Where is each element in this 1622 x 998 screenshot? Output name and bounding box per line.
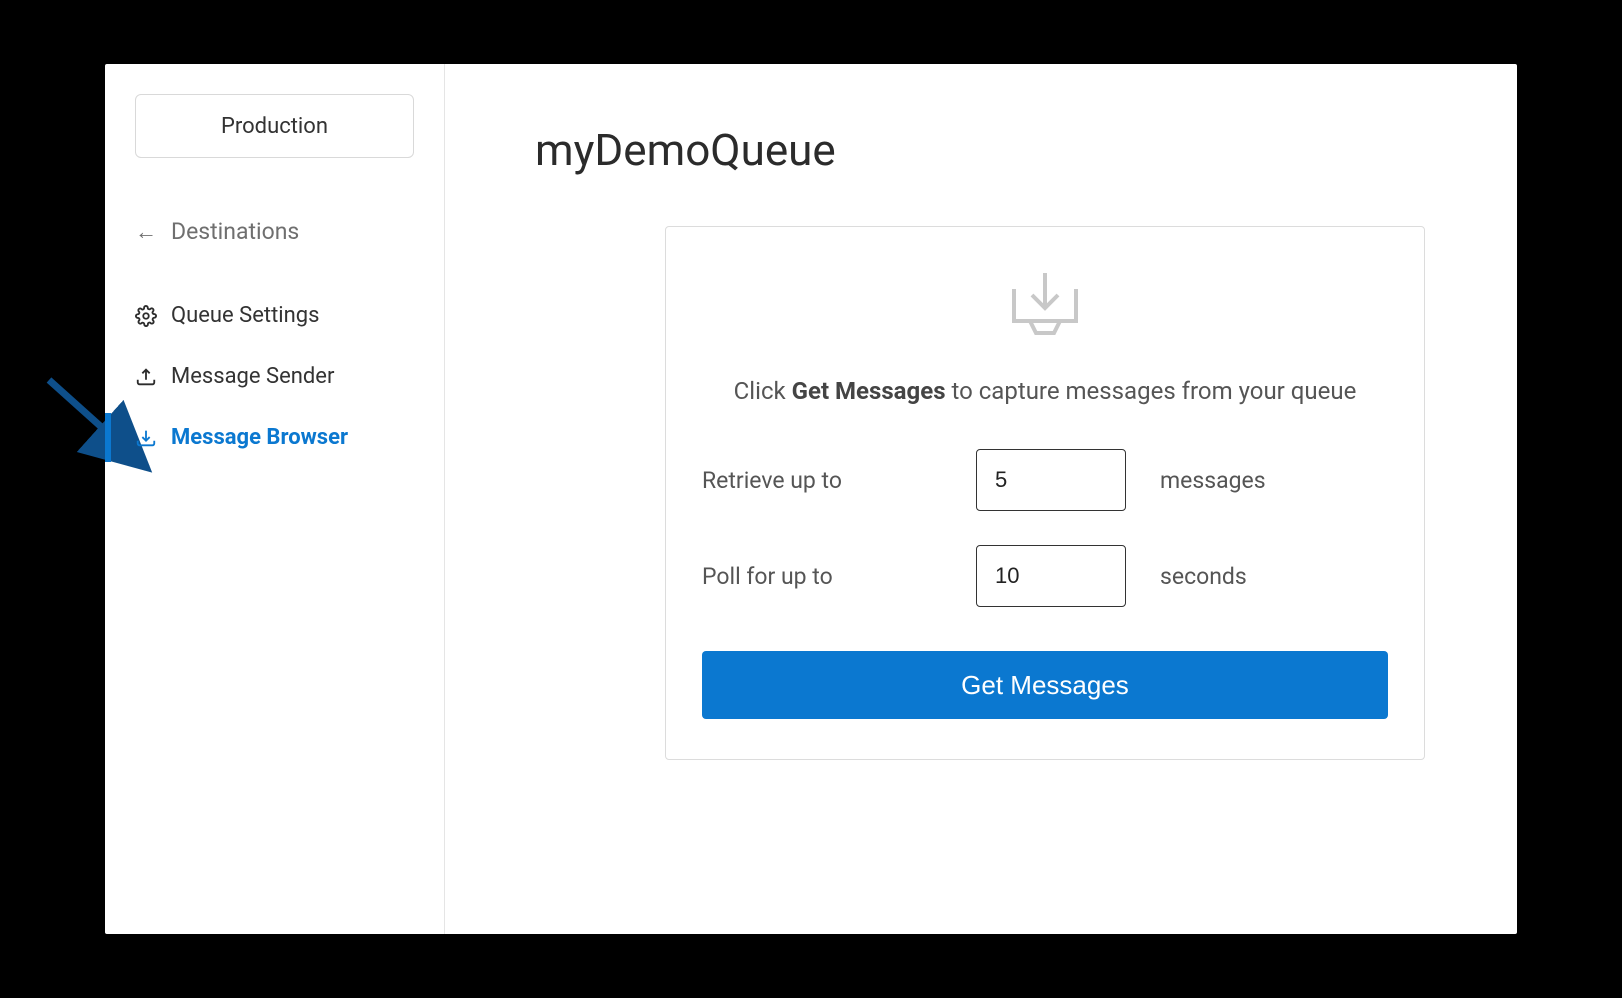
page-title: myDemoQueue xyxy=(535,124,1447,176)
hint-prefix: Click xyxy=(734,377,792,405)
app-frame: Production ← Destinations Queue Settings xyxy=(105,64,1517,934)
download-tray-icon xyxy=(135,427,157,449)
poll-label-right: seconds xyxy=(1160,563,1388,590)
gear-icon xyxy=(135,305,157,327)
sidebar-item-label: Message Browser xyxy=(171,425,348,450)
retrieve-row: Retrieve up to messages xyxy=(702,449,1388,511)
hint-text: Click Get Messages to capture messages f… xyxy=(702,373,1388,409)
sidebar: Production ← Destinations Queue Settings xyxy=(105,64,445,934)
poll-row: Poll for up to seconds xyxy=(702,545,1388,607)
back-to-destinations[interactable]: ← Destinations xyxy=(105,208,444,285)
retrieve-label-left: Retrieve up to xyxy=(702,467,952,494)
sidebar-item-message-sender[interactable]: Message Sender xyxy=(105,346,444,407)
hint-strong: Get Messages xyxy=(792,377,946,405)
sidebar-item-message-browser[interactable]: Message Browser xyxy=(105,407,444,468)
back-label: Destinations xyxy=(171,218,299,245)
environment-label: Production xyxy=(221,114,328,139)
retrieve-count-input[interactable] xyxy=(976,449,1126,511)
arrow-left-icon: ← xyxy=(135,219,157,245)
get-messages-button[interactable]: Get Messages xyxy=(702,651,1388,719)
hint-suffix: to capture messages from your queue xyxy=(946,377,1357,405)
upload-tray-icon xyxy=(135,366,157,388)
poll-label-left: Poll for up to xyxy=(702,563,952,590)
poll-seconds-input[interactable] xyxy=(976,545,1126,607)
sidebar-item-label: Queue Settings xyxy=(171,303,320,328)
main-content: myDemoQueue Click Get Messages to captur… xyxy=(445,64,1517,934)
inbox-download-icon xyxy=(702,267,1388,345)
message-browser-card: Click Get Messages to capture messages f… xyxy=(665,226,1425,760)
sidebar-item-label: Message Sender xyxy=(171,364,334,389)
get-messages-label: Get Messages xyxy=(961,670,1129,700)
environment-selector[interactable]: Production xyxy=(135,94,414,158)
sidebar-item-queue-settings[interactable]: Queue Settings xyxy=(105,285,444,346)
retrieve-label-right: messages xyxy=(1160,467,1388,494)
